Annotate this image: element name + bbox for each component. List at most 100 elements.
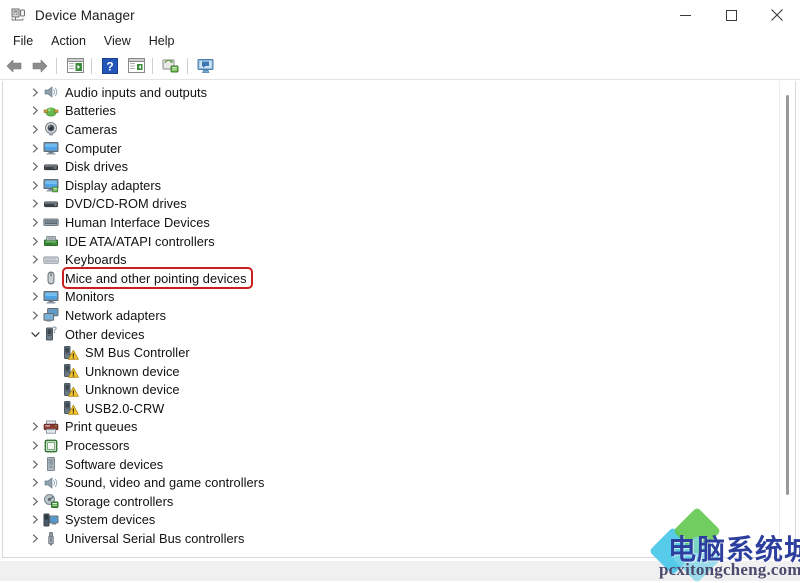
toolbar-separator-1: [56, 57, 57, 74]
tree-item-label: Disk drives: [65, 159, 129, 175]
tree-item-label: Audio inputs and outputs: [65, 84, 208, 100]
back-button[interactable]: [2, 55, 26, 77]
dvd-drive-icon: [43, 196, 59, 212]
tree-item-label: Cameras: [65, 121, 118, 137]
tree-item-sound-video-and-game-controllers[interactable]: Sound, video and game controllers: [3, 473, 787, 492]
chevron-right-icon[interactable]: [27, 289, 43, 305]
tree-item-label: USB2.0-CRW: [85, 400, 165, 416]
device-tree-panel: Audio inputs and outputs Batteries Cameras…: [2, 81, 796, 558]
battery-icon: [43, 103, 59, 119]
tree-item-label: Unknown device: [85, 382, 180, 398]
scan-for-hardware-changes-button[interactable]: [194, 55, 218, 77]
device-tree[interactable]: Audio inputs and outputs Batteries Cameras…: [3, 83, 787, 548]
chevron-right-icon[interactable]: [27, 159, 43, 175]
tree-item-label: Mice and other pointing devices: [65, 270, 247, 286]
tree-item-network-adapters[interactable]: Network adapters: [3, 306, 787, 325]
tree-item-storage-controllers[interactable]: Storage controllers: [3, 492, 787, 511]
tree-item-keyboards[interactable]: Keyboards: [3, 250, 787, 269]
keyboard-icon: [43, 252, 59, 268]
tree-item-cameras[interactable]: Cameras: [3, 120, 787, 139]
chevron-right-icon[interactable]: [27, 252, 43, 268]
vertical-scrollbar[interactable]: [779, 81, 795, 557]
storage-controller-icon: [43, 493, 59, 509]
tree-item-unknown-device[interactable]: Unknown device: [3, 362, 787, 381]
tree-item-universal-serial-bus-controllers[interactable]: Universal Serial Bus controllers: [3, 529, 787, 548]
tree-item-label: Other devices: [65, 326, 145, 342]
tree-item-human-interface-devices[interactable]: Human Interface Devices: [3, 213, 787, 232]
tree-item-ide-ata-atapi-controllers[interactable]: IDE ATA/ATAPI controllers: [3, 232, 787, 251]
tree-item-label: Human Interface Devices: [65, 214, 210, 230]
tree-item-unknown-device[interactable]: Unknown device: [3, 381, 787, 400]
chevron-right-icon[interactable]: [27, 196, 43, 212]
system-device-icon: [43, 512, 59, 528]
chevron-right-icon[interactable]: [27, 419, 43, 435]
toolbar: ?: [0, 52, 800, 80]
menu-item-view[interactable]: View: [95, 32, 140, 50]
svg-text:?: ?: [52, 326, 58, 335]
chevron-right-icon[interactable]: [27, 438, 43, 454]
tree-item-label: Print queues: [65, 419, 138, 435]
tree-item-batteries[interactable]: Batteries: [3, 102, 787, 121]
tree-item-disk-drives[interactable]: Disk drives: [3, 157, 787, 176]
tree-item-audio-inputs-and-outputs[interactable]: Audio inputs and outputs: [3, 83, 787, 102]
maximize-button[interactable]: [708, 0, 754, 30]
tree-item-usb2-0-crw[interactable]: USB2.0-CRW: [3, 399, 787, 418]
chevron-right-icon[interactable]: [27, 493, 43, 509]
tree-item-label: Network adapters: [65, 307, 167, 323]
tree-item-processors[interactable]: Processors: [3, 436, 787, 455]
properties-button[interactable]: [124, 55, 148, 77]
tree-item-display-adapters[interactable]: Display adapters: [3, 176, 787, 195]
chevron-right-icon[interactable]: [27, 214, 43, 230]
tree-item-label: Keyboards: [65, 252, 127, 268]
chevron-right-icon[interactable]: [27, 140, 43, 156]
chevron-right-icon[interactable]: [27, 512, 43, 528]
window-title: Device Manager: [35, 7, 135, 23]
tree-item-other-devices[interactable]: ? Other devices: [3, 325, 787, 344]
disk-drive-icon: [43, 159, 59, 175]
chevron-right-icon[interactable]: [27, 121, 43, 137]
tree-item-software-devices[interactable]: Software devices: [3, 455, 787, 474]
tree-item-label: Universal Serial Bus controllers: [65, 531, 245, 547]
chevron-right-icon[interactable]: [27, 84, 43, 100]
tree-item-monitors[interactable]: Monitors: [3, 288, 787, 307]
menu-item-action[interactable]: Action: [42, 32, 95, 50]
chevron-right-icon[interactable]: [27, 233, 43, 249]
chevron-right-icon[interactable]: [27, 456, 43, 472]
monitor-icon: [43, 289, 59, 305]
update-driver-button[interactable]: [159, 55, 183, 77]
chevron-right-icon[interactable]: [27, 103, 43, 119]
processor-icon: [43, 438, 59, 454]
tree-item-sm-bus-controller[interactable]: SM Bus Controller: [3, 343, 787, 362]
camera-icon: [43, 121, 59, 137]
menu-item-file[interactable]: File: [4, 32, 42, 50]
tree-item-dvd-cd-rom-drives[interactable]: DVD/CD-ROM drives: [3, 195, 787, 214]
chevron-down-icon[interactable]: [27, 326, 43, 342]
chevron-right-icon[interactable]: [27, 177, 43, 193]
menu-bar: File Action View Help: [0, 30, 800, 52]
tree-item-mice-and-other-pointing-devices[interactable]: Mice and other pointing devices: [3, 269, 787, 288]
chevron-right-icon[interactable]: [27, 270, 43, 286]
warning-device-icon: [63, 363, 79, 379]
vertical-scrollbar-thumb[interactable]: [786, 95, 789, 495]
chevron-right-icon[interactable]: [27, 307, 43, 323]
show-hide-console-tree-button[interactable]: [63, 55, 87, 77]
software-device-icon: [43, 456, 59, 472]
forward-button[interactable]: [28, 55, 52, 77]
minimize-button[interactable]: [662, 0, 708, 30]
tree-item-computer[interactable]: Computer: [3, 139, 787, 158]
printer-icon: [43, 419, 59, 435]
tree-item-system-devices[interactable]: System devices: [3, 511, 787, 530]
title-bar: Device Manager: [0, 0, 800, 30]
close-button[interactable]: [754, 0, 800, 30]
tree-item-print-queues[interactable]: Print queues: [3, 418, 787, 437]
menu-item-help[interactable]: Help: [140, 32, 184, 50]
help-button[interactable]: ?: [98, 55, 122, 77]
chevron-right-icon[interactable]: [27, 475, 43, 491]
tree-item-label: DVD/CD-ROM drives: [65, 196, 187, 212]
chevron-right-icon[interactable]: [27, 531, 43, 547]
usb-controller-icon: [43, 531, 59, 547]
tree-item-label: Batteries: [65, 103, 116, 119]
